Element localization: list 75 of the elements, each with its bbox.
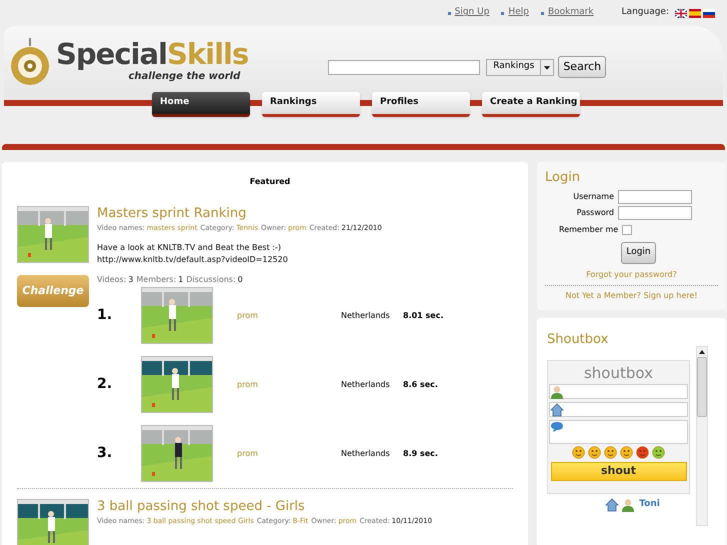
time-text: 8.9 sec.	[403, 448, 438, 460]
header-link[interactable]: Bookmark	[548, 6, 594, 20]
search-field[interactable]	[328, 60, 480, 74]
emoticon-icon[interactable]	[572, 446, 585, 459]
challenge-badge: Challenge	[17, 275, 89, 307]
nav-tab[interactable]: Create a Ranking	[482, 92, 580, 117]
nav-tab[interactable]: Rankings	[262, 92, 360, 117]
category-dropdown[interactable]: Rankings	[486, 58, 554, 76]
logo-text: Skills	[166, 40, 248, 69]
website-field[interactable]	[549, 402, 688, 417]
logo-text: Special	[56, 40, 167, 69]
nav-tab[interactable]: Profiles	[372, 92, 470, 117]
flag-icon[interactable]	[703, 8, 715, 18]
scroll-thumb[interactable]	[697, 356, 707, 416]
speech-bubble-icon	[550, 421, 564, 433]
stat-label: Discussions:	[186, 274, 236, 286]
house-icon	[550, 402, 564, 416]
header-link[interactable]: Sign Up	[454, 6, 490, 20]
field-label: Password	[576, 206, 614, 218]
country-text: Netherlands	[341, 378, 391, 390]
stat-label: Members:	[136, 274, 176, 286]
emoticon-icon[interactable]	[636, 446, 649, 459]
header-link[interactable]: Help	[508, 6, 529, 20]
ranking-title[interactable]: 3 ball passing shot speed - Girls	[97, 499, 432, 515]
user-link[interactable]: prom	[237, 310, 341, 322]
login-field[interactable]	[618, 206, 692, 220]
stat-value: 1	[178, 274, 184, 286]
country-text: Netherlands	[341, 448, 391, 460]
rank-number: 3.	[97, 444, 114, 463]
bullet-icon	[540, 12, 544, 14]
search-button[interactable]: Search	[558, 56, 606, 78]
flag-icon[interactable]	[689, 8, 701, 18]
country-text: Netherlands	[341, 310, 391, 322]
login-field[interactable]	[618, 190, 692, 204]
message-field[interactable]	[549, 420, 688, 444]
description-text: http://www.knltb.tv/default.asp?videoID=12520	[97, 254, 289, 266]
rank-number: 2.	[97, 375, 114, 394]
nav-tab[interactable]: Home	[152, 92, 250, 117]
forgot-password-link[interactable]: Forgot your password?	[586, 268, 677, 280]
person-icon	[550, 384, 564, 398]
shout-button[interactable]: shout	[550, 462, 686, 481]
shout-author[interactable]: Toni	[639, 498, 660, 512]
flag-icon[interactable]	[675, 8, 687, 18]
stat-value: 3	[128, 274, 134, 286]
bullet-icon	[448, 12, 451, 14]
time-text: 8.01 sec.	[403, 310, 444, 322]
bullet-icon	[501, 12, 504, 14]
signup-link[interactable]: Not Yet a Member? Sign up here!	[565, 290, 698, 302]
widget-title: shoutbox	[584, 362, 653, 384]
scrollbar[interactable]	[696, 346, 708, 526]
panel-title: Login	[545, 169, 580, 187]
field-label: Username	[573, 190, 614, 202]
user-link[interactable]: prom	[237, 448, 341, 460]
language-label: Language:	[622, 6, 669, 20]
logo-tagline: challenge the world	[128, 70, 240, 84]
rank-number: 1.	[97, 306, 114, 325]
emoticon-icon[interactable]	[652, 446, 665, 459]
stat-label: Videos:	[97, 274, 126, 286]
name-field[interactable]	[549, 384, 688, 399]
user-link[interactable]: prom	[237, 378, 341, 390]
panel-title: Shoutbox	[547, 332, 608, 346]
emoticon-icon[interactable]	[588, 446, 601, 459]
description-text: Have a look at KNLTB.TV and Beat the Best :-)	[97, 242, 282, 254]
time-text: 8.6 sec.	[403, 378, 438, 390]
field-label: Remember me	[559, 224, 618, 236]
stat-value: 0	[238, 274, 243, 286]
login-button[interactable]: Login	[621, 242, 656, 264]
remember-checkbox[interactable]	[622, 224, 632, 234]
logo-icon	[8, 36, 52, 88]
section-title: Featured	[248, 176, 292, 188]
emoticon-icon[interactable]	[620, 446, 633, 459]
ranking-title[interactable]: Masters sprint Ranking	[97, 206, 382, 222]
emoticon-icon[interactable]	[604, 446, 617, 459]
house-icon	[605, 498, 620, 512]
person-icon	[621, 498, 636, 512]
